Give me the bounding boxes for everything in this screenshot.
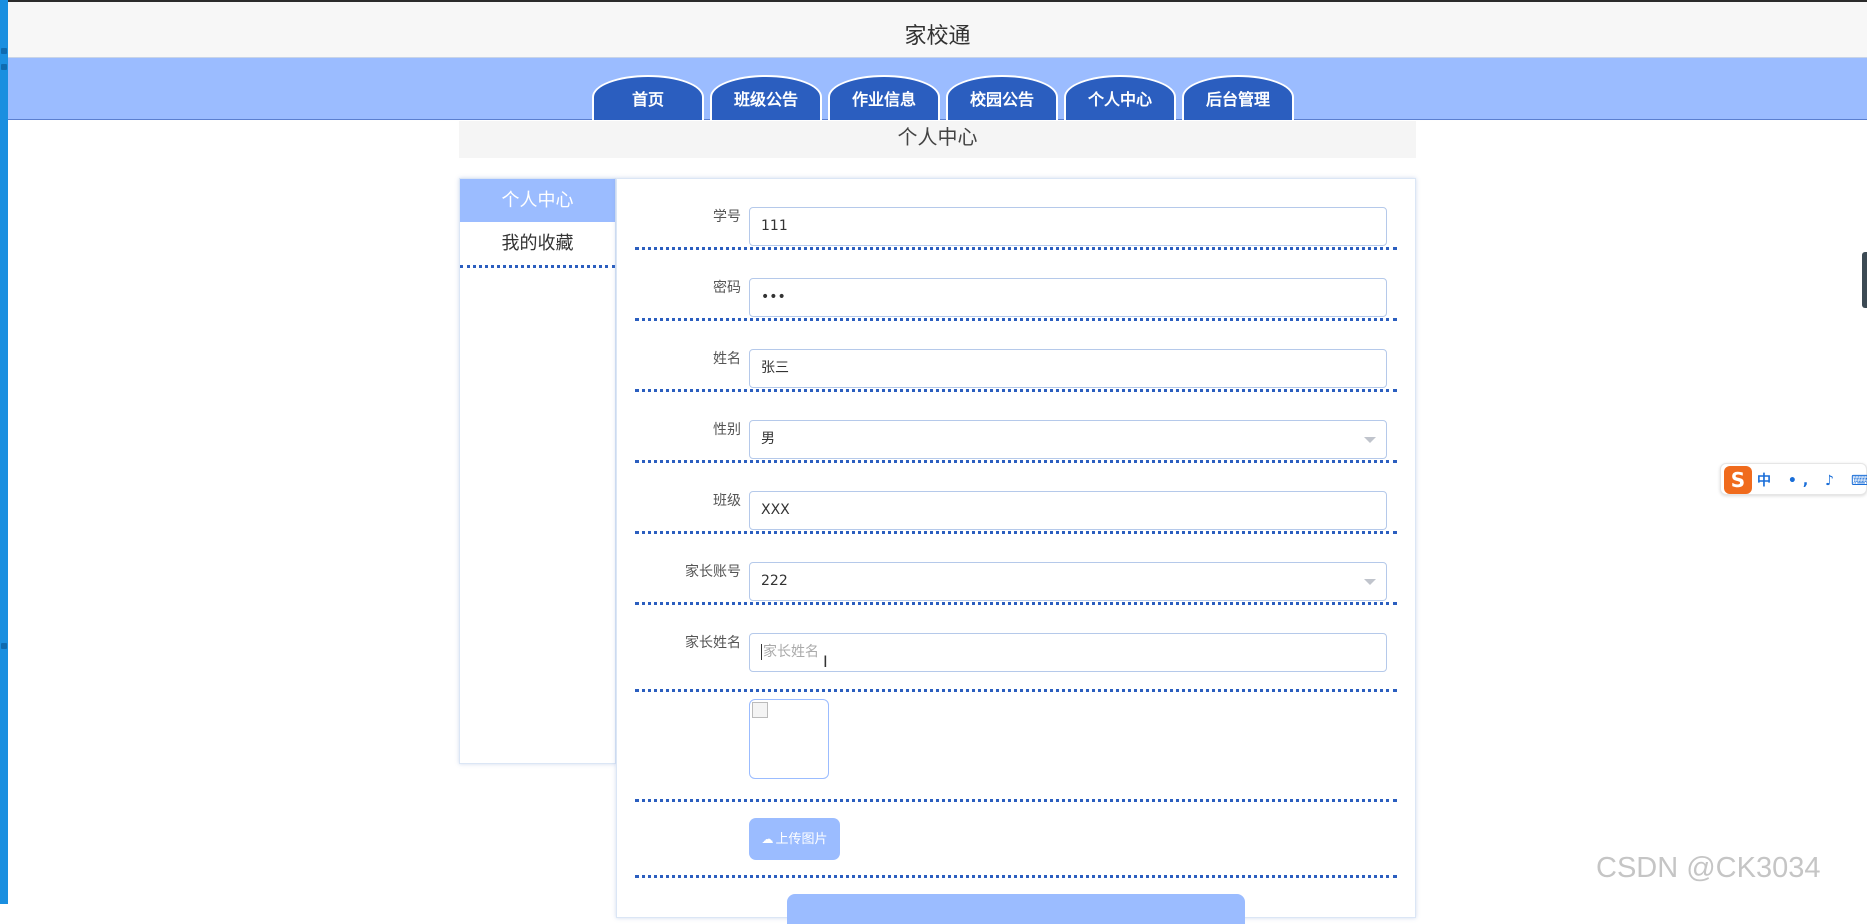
sidebar-divider (460, 265, 615, 268)
parent-account-select[interactable]: 222 (749, 562, 1387, 601)
parent-account-select-value: 222 (761, 573, 788, 589)
sidebar-item-favorites[interactable]: 我的收藏 (460, 222, 615, 265)
broken-image-icon (752, 702, 768, 718)
sidebar-item-personal-center[interactable]: 个人中心 (460, 179, 615, 222)
left-window-edge (0, 0, 8, 904)
sogou-ime-icon: S (1724, 466, 1752, 494)
parent-name-placeholder: 家长姓名 (763, 644, 819, 660)
name-input[interactable]: 张三 (749, 349, 1387, 388)
side-scroll-handle[interactable] (1862, 252, 1867, 308)
class-input[interactable]: XXX (749, 491, 1387, 530)
nav-tab-class-notice[interactable]: 班级公告 (710, 75, 822, 120)
cloud-upload-icon: ☁ (761, 832, 774, 846)
edge-marker (1, 643, 7, 649)
password-label: 密码 (713, 280, 741, 296)
chevron-down-icon (1364, 437, 1376, 443)
parent-name-label: 家长姓名 (685, 635, 741, 651)
form-row-password: 密码 ••• (635, 250, 1397, 321)
student-id-input[interactable]: 111 (749, 207, 1387, 246)
section-header: 个人中心 (459, 121, 1416, 158)
site-title: 家校通 (904, 24, 971, 49)
form-row-avatar (635, 692, 1397, 802)
form-row-parent-account: 家长账号 222 (635, 534, 1397, 605)
nav-tab-homework[interactable]: 作业信息 (828, 75, 940, 120)
form-row-class: 班级 XXX (635, 463, 1397, 534)
ime-toolbar-items[interactable]: 中 •, ♪ ⌨ ⁘ (1757, 470, 1867, 490)
chevron-down-icon (1364, 579, 1376, 585)
gender-label: 性别 (713, 422, 741, 438)
text-cursor (761, 644, 762, 660)
main-nav: 首页 班级公告 作业信息 校园公告 个人中心 后台管理 (8, 58, 1867, 120)
form-row-parent-name: 家长姓名 家长姓名 I (635, 605, 1397, 692)
gender-select-value: 男 (761, 431, 775, 447)
parent-account-label: 家长账号 (685, 564, 741, 580)
name-label: 姓名 (713, 351, 741, 367)
profile-form: 学号 111 密码 ••• 姓名 张三 性别 男 班级 XXX 家长账号 222… (616, 178, 1416, 924)
nav-tab-campus-notice[interactable]: 校园公告 (946, 75, 1058, 120)
edge-marker (1, 48, 7, 54)
gender-select[interactable]: 男 (749, 420, 1387, 459)
upload-image-button[interactable]: ☁ 上传图片 (749, 818, 840, 860)
nav-tab-admin[interactable]: 后台管理 (1182, 75, 1294, 120)
form-row-student-id: 学号 111 (635, 179, 1397, 250)
watermark: CSDN @CK3034 (1596, 852, 1821, 884)
ime-toolbar[interactable]: S 中 •, ♪ ⌨ ⁘ (1720, 463, 1867, 495)
nav-tab-personal-center[interactable]: 个人中心 (1064, 75, 1176, 120)
submit-button[interactable] (787, 894, 1245, 924)
ibeam-cursor-icon: I (823, 652, 828, 671)
form-row-name: 姓名 张三 (635, 321, 1397, 392)
parent-name-input[interactable]: 家长姓名 I (749, 633, 1387, 672)
avatar-preview[interactable] (749, 699, 829, 779)
edge-marker (1, 64, 7, 70)
password-input[interactable]: ••• (749, 278, 1387, 317)
nav-tab-home[interactable]: 首页 (592, 75, 704, 120)
site-header: 家校通 (8, 0, 1867, 58)
nav-tabs: 首页 班级公告 作业信息 校园公告 个人中心 后台管理 (592, 75, 1294, 120)
student-id-label: 学号 (713, 209, 741, 225)
class-label: 班级 (713, 493, 741, 509)
upload-image-label: 上传图片 (775, 832, 828, 847)
sidebar: 个人中心 我的收藏 (459, 178, 616, 764)
form-row-upload: ☁ 上传图片 (635, 802, 1397, 878)
section-title: 个人中心 (897, 125, 978, 149)
form-row-gender: 性别 男 (635, 392, 1397, 463)
